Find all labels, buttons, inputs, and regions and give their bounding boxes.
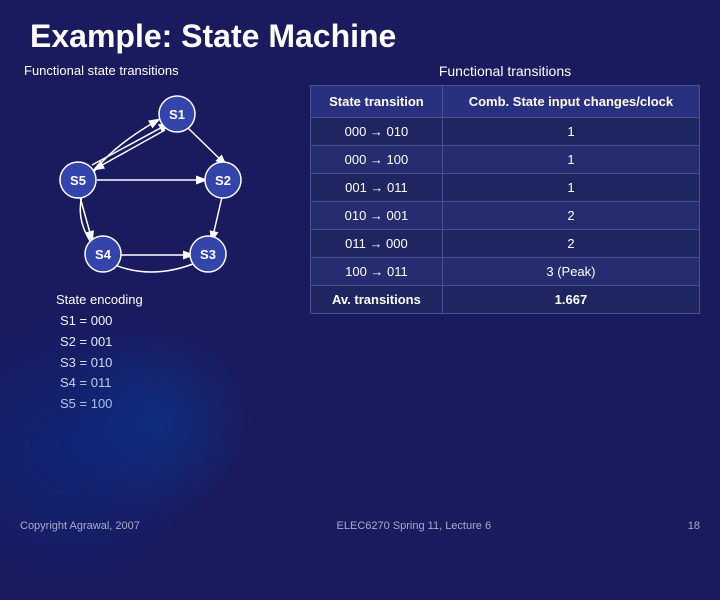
- transition-cell: 010 → 001: [311, 202, 443, 230]
- value-cell: 2: [442, 202, 699, 230]
- state-encoding: State encoding S1 = 000 S2 = 001 S3 = 01…: [20, 292, 300, 415]
- footer-left: Copyright Agrawal, 2007: [20, 520, 140, 532]
- table-header-row: State transition Comb. State input chang…: [311, 86, 700, 118]
- table-row: 010 → 0012: [311, 202, 700, 230]
- encoding-lines: S1 = 000 S2 = 001 S3 = 010 S4 = 011 S5 =…: [20, 311, 300, 415]
- transitions-table: State transition Comb. State input chang…: [310, 85, 700, 314]
- right-panel: Functional transitions State transition …: [310, 63, 700, 415]
- transition-cell: 100 → 011: [311, 258, 443, 286]
- col2-header: Comb. State input changes/clock: [442, 86, 699, 118]
- encoding-title: State encoding: [20, 292, 300, 307]
- page-title: Example: State Machine: [0, 0, 720, 63]
- transition-cell: 000 → 010: [311, 118, 443, 146]
- left-panel: Functional state transitions: [20, 63, 300, 415]
- value-cell: 3 (Peak): [442, 258, 699, 286]
- state-diagram: S1 S5 S2 S4 S3: [20, 82, 280, 292]
- encoding-s2: S2 = 001: [60, 332, 300, 353]
- functional-transitions-label: Functional transitions: [310, 63, 700, 79]
- encoding-s5: S5 = 100: [60, 394, 300, 415]
- transition-cell: 000 → 100: [311, 146, 443, 174]
- table-body: 000 → 0101000 → 1001001 → 0111010 → 0012…: [311, 118, 700, 314]
- table-row: 100 → 0113 (Peak): [311, 258, 700, 286]
- footer-center: ELEC6270 Spring 11, Lecture 6: [337, 520, 492, 532]
- encoding-s3: S3 = 010: [60, 353, 300, 374]
- svg-text:S4: S4: [95, 247, 112, 262]
- footer: Copyright Agrawal, 2007 ELEC6270 Spring …: [0, 520, 720, 532]
- value-cell: 1: [442, 118, 699, 146]
- transition-cell: 011 → 000: [311, 230, 443, 258]
- table-row: 000 → 0101: [311, 118, 700, 146]
- av-transitions-row: Av. transitions1.667: [311, 286, 700, 314]
- encoding-s4: S4 = 011: [60, 373, 300, 394]
- state-diagram-svg: S1 S5 S2 S4 S3: [20, 82, 280, 292]
- encoding-s1: S1 = 000: [60, 311, 300, 332]
- av-value: 1.667: [442, 286, 699, 314]
- table-row: 011 → 0002: [311, 230, 700, 258]
- transition-cell: 001 → 011: [311, 174, 443, 202]
- table-row: 001 → 0111: [311, 174, 700, 202]
- footer-right: 18: [688, 520, 700, 532]
- value-cell: 1: [442, 146, 699, 174]
- col1-header: State transition: [311, 86, 443, 118]
- svg-text:S1: S1: [169, 107, 185, 122]
- av-label: Av. transitions: [311, 286, 443, 314]
- svg-text:S3: S3: [200, 247, 216, 262]
- svg-text:S2: S2: [215, 173, 231, 188]
- table-row: 000 → 1001: [311, 146, 700, 174]
- value-cell: 2: [442, 230, 699, 258]
- value-cell: 1: [442, 174, 699, 202]
- functional-state-label: Functional state transitions: [20, 63, 300, 78]
- svg-text:S5: S5: [70, 173, 86, 188]
